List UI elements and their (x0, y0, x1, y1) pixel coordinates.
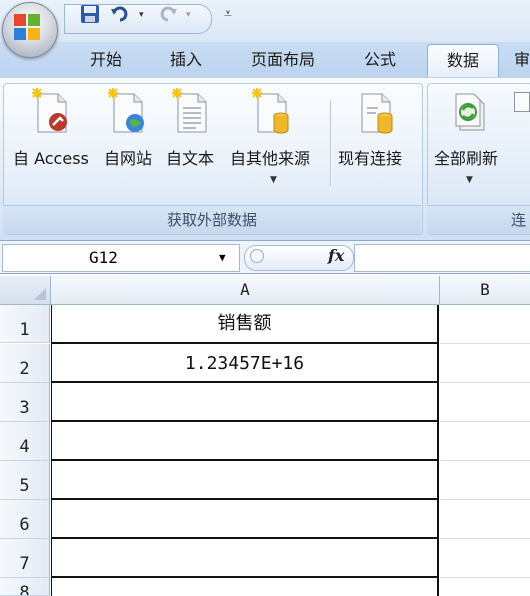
other-sources-dropdown-icon[interactable]: ▼ (270, 175, 277, 185)
row-header-6[interactable]: 6 (0, 500, 50, 539)
row-header-8[interactable]: 8 (0, 578, 50, 596)
from-access-button[interactable]: 自 Access (13, 145, 89, 169)
refresh-all-icon[interactable] (450, 88, 490, 136)
cell-a3[interactable] (51, 383, 439, 422)
undo-icon[interactable] (110, 4, 130, 24)
column-header-a[interactable]: A (51, 276, 440, 305)
tab-home[interactable]: 开始 (78, 44, 134, 76)
cell-a1-value: 销售额 (217, 313, 272, 334)
cell-a6[interactable] (51, 500, 439, 539)
cell-b6[interactable] (440, 500, 530, 539)
name-box-dropdown-icon[interactable]: ▼ (219, 245, 226, 271)
redo-icon[interactable] (158, 4, 178, 24)
select-all-triangle-icon (34, 288, 46, 300)
ribbon-separator (330, 100, 331, 186)
web-globe-icon[interactable] (108, 88, 148, 136)
formula-input[interactable] (354, 244, 530, 272)
cell-b3[interactable] (440, 383, 530, 422)
save-icon[interactable] (80, 4, 100, 24)
from-web-button[interactable]: 自网站 (104, 145, 152, 169)
redo-dropdown-icon[interactable]: ▾ (186, 10, 191, 20)
cell-a2[interactable]: 1.23457E+16 (51, 344, 439, 383)
cell-b8[interactable] (440, 578, 530, 596)
insert-function-button[interactable]: fx (328, 246, 344, 265)
row-header-2[interactable]: 2 (0, 344, 50, 383)
cell-a2-value: 1.23457E+16 (184, 353, 305, 374)
cell-b2[interactable] (440, 344, 530, 383)
cell-b4[interactable] (440, 422, 530, 461)
from-text-button[interactable]: 自文本 (166, 145, 214, 169)
text-file-icon[interactable] (172, 88, 212, 136)
tab-data[interactable]: 数据 (427, 44, 499, 77)
cell-a5[interactable] (51, 461, 439, 500)
row-header-7[interactable]: 7 (0, 539, 50, 578)
cell-b1[interactable] (440, 305, 530, 344)
existing-connections-icon[interactable] (356, 88, 396, 136)
undo-dropdown-icon[interactable]: ▾ (139, 10, 144, 20)
cell-b5[interactable] (440, 461, 530, 500)
office-logo-icon (13, 13, 41, 41)
select-all-corner[interactable] (0, 276, 51, 305)
cell-a4[interactable] (51, 422, 439, 461)
cell-b7[interactable] (440, 539, 530, 578)
cell-a7[interactable] (51, 539, 439, 578)
refresh-all-button[interactable]: 全部刷新 (434, 145, 498, 169)
existing-connections-button[interactable]: 现有连接 (338, 145, 402, 169)
other-sources-icon[interactable] (252, 88, 292, 136)
cell-a1[interactable]: 销售额 (51, 305, 439, 344)
from-other-sources-button[interactable]: 自其他来源 (230, 145, 310, 169)
tab-insert[interactable]: 插入 (158, 44, 214, 76)
access-db-icon[interactable] (32, 88, 72, 136)
row-header-1[interactable]: 1 (0, 305, 50, 343)
customize-qat-icon[interactable]: ⩡ (224, 6, 232, 22)
tab-formulas[interactable]: 公式 (352, 44, 408, 76)
row-header-5[interactable]: 5 (0, 461, 50, 500)
refresh-all-dropdown-icon[interactable]: ▼ (466, 175, 473, 185)
connections-group-label: 连 (427, 205, 530, 234)
name-box-value: G12 (89, 248, 118, 267)
name-box[interactable]: G12 ▼ (2, 244, 240, 272)
tab-page-layout[interactable]: 页面布局 (240, 44, 326, 76)
get-external-data-group-label: 获取外部数据 (3, 205, 421, 234)
column-header-b[interactable]: B (440, 276, 530, 305)
expand-handle-icon[interactable] (250, 249, 264, 263)
row-header-4[interactable]: 4 (0, 422, 50, 461)
connections-small-icon[interactable] (514, 92, 530, 112)
row-header-3[interactable]: 3 (0, 383, 50, 422)
connections-group-label-text: 连 (511, 211, 527, 229)
cell-a8[interactable] (51, 578, 439, 596)
tab-review[interactable]: 审 (514, 44, 530, 76)
